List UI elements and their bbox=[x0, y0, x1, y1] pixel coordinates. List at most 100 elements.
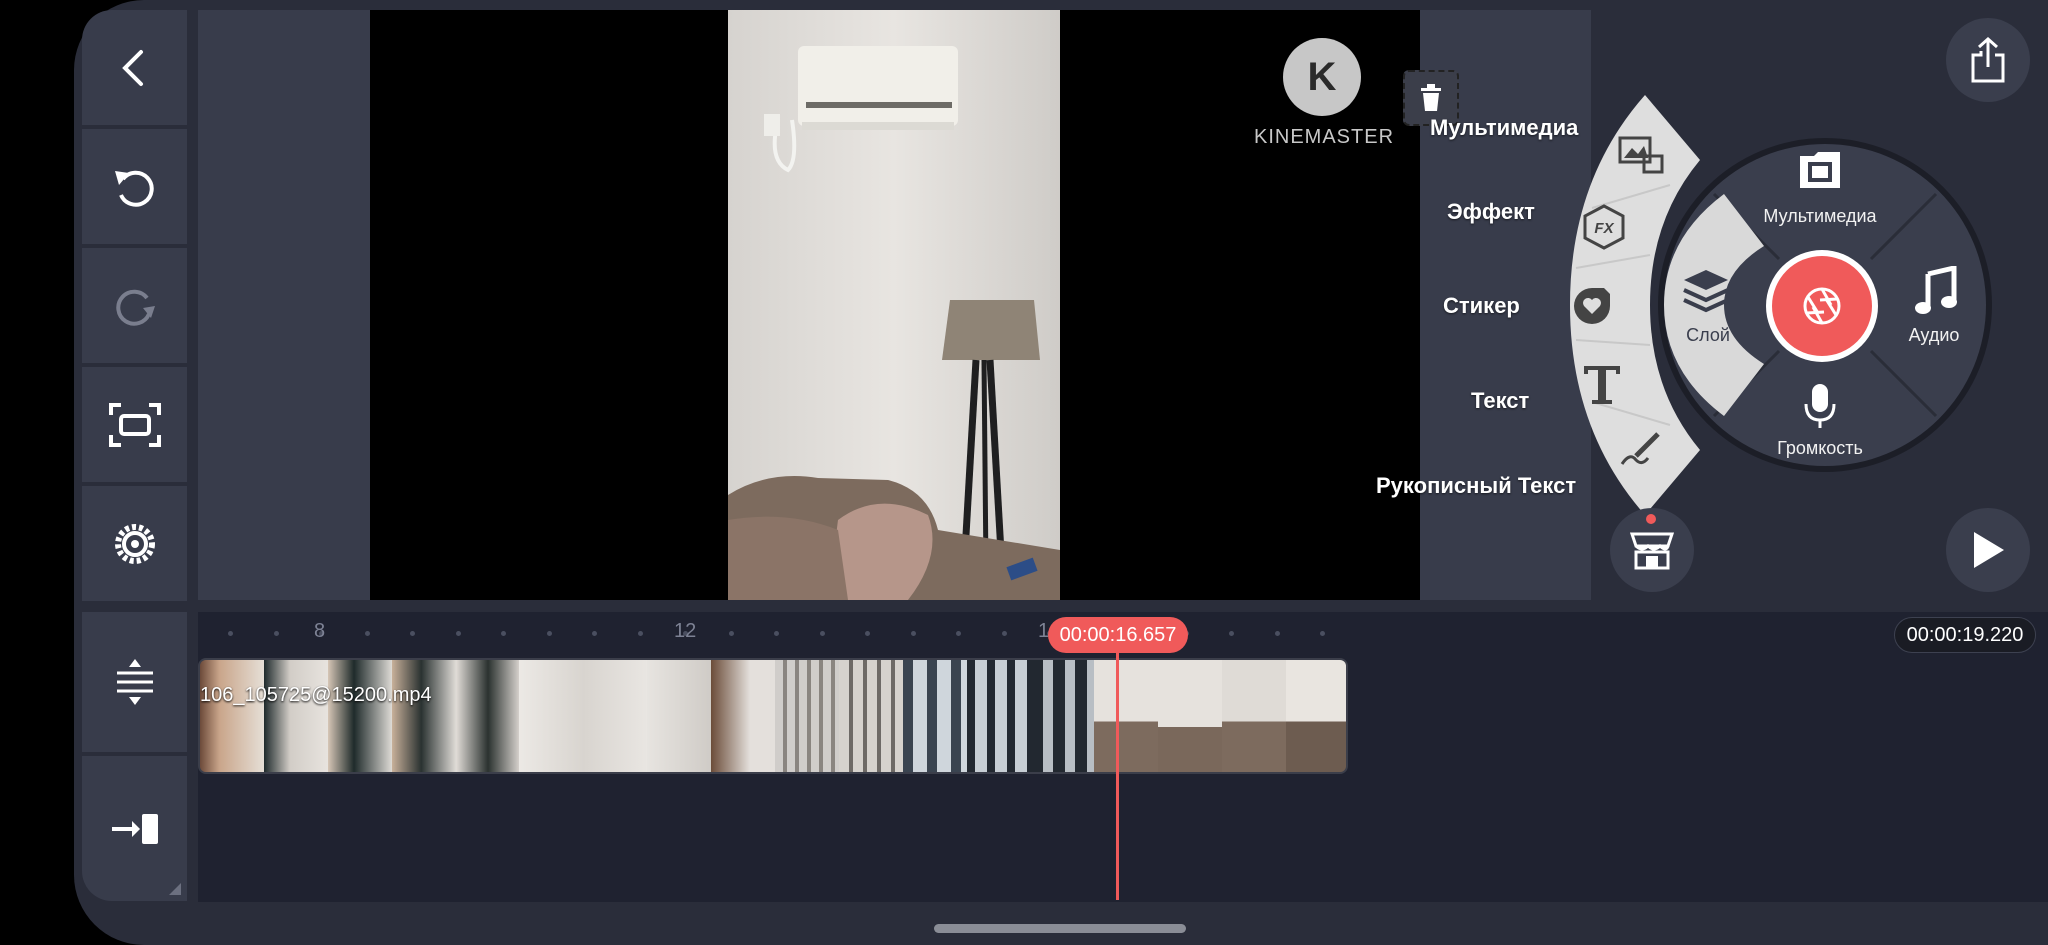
total-duration: 00:00:19.220 bbox=[1894, 617, 2036, 653]
play-icon bbox=[1974, 532, 2004, 568]
store-notification-dot bbox=[1646, 514, 1656, 524]
export-button[interactable] bbox=[1946, 18, 2030, 102]
layer-item-sticker[interactable] bbox=[1570, 284, 1614, 328]
ruler-tick bbox=[501, 631, 506, 636]
clip-thumbnail bbox=[519, 660, 585, 772]
clip-thumbnail bbox=[647, 660, 713, 772]
layer-label-text[interactable]: Текст bbox=[1471, 388, 1529, 414]
layer-item-text[interactable] bbox=[1580, 362, 1624, 406]
watermark-text: KINEMASTER bbox=[1254, 126, 1395, 148]
clip-thumbnail bbox=[263, 660, 329, 772]
media-film-icon bbox=[1800, 152, 1840, 188]
home-indicator[interactable] bbox=[934, 924, 1186, 933]
share-icon bbox=[1971, 37, 2005, 83]
timeline-expand-icon bbox=[116, 659, 153, 705]
svg-text:FX: FX bbox=[1594, 220, 1614, 237]
ruler-tick bbox=[228, 631, 233, 636]
clip-thumbnail bbox=[1158, 660, 1224, 772]
layer-label-media[interactable]: Мультимедиа bbox=[1430, 115, 1578, 141]
settings-icon bbox=[114, 523, 155, 564]
image-media-icon bbox=[1618, 136, 1664, 174]
clip-thumbnail bbox=[455, 660, 521, 772]
wheel-audio-label[interactable]: Аудио bbox=[1892, 325, 1976, 346]
capture-icon bbox=[108, 402, 161, 447]
wheel-layer-label[interactable]: Слой bbox=[1672, 325, 1744, 346]
wheel-layer-button[interactable] bbox=[1682, 268, 1734, 318]
video-frame-image bbox=[728, 10, 1060, 600]
handwriting-icon bbox=[1620, 432, 1660, 465]
kinemaster-logo-glyph: K bbox=[1307, 54, 1337, 99]
play-button[interactable] bbox=[1946, 508, 2030, 592]
ruler-label: 12 bbox=[674, 620, 697, 642]
music-note-icon bbox=[1915, 264, 1957, 314]
ruler-tick bbox=[956, 631, 961, 636]
ruler-tick bbox=[865, 631, 870, 636]
layer-label-handwriting[interactable]: Рукописный Текст bbox=[1376, 473, 1576, 499]
ruler-tick bbox=[819, 631, 825, 636]
trash-icon bbox=[1421, 84, 1441, 111]
resize-handle-icon[interactable] bbox=[169, 883, 181, 895]
clip-thumbnail bbox=[391, 660, 457, 772]
sticker-icon bbox=[1574, 288, 1610, 324]
ruler-tick bbox=[1001, 631, 1007, 636]
ruler-tick bbox=[637, 631, 643, 636]
clip-thumbnail bbox=[1030, 660, 1096, 772]
back-button[interactable] bbox=[82, 10, 187, 125]
ruler-label: 8 bbox=[314, 620, 326, 642]
clip-thumbnail bbox=[583, 660, 649, 772]
timeline-expand-button[interactable] bbox=[82, 612, 187, 752]
asset-store-button[interactable] bbox=[1610, 508, 1694, 592]
settings-button[interactable] bbox=[82, 486, 187, 601]
layer-item-media[interactable] bbox=[1618, 136, 1666, 176]
camera-aperture-icon bbox=[1803, 287, 1841, 325]
ruler-tick bbox=[273, 631, 279, 636]
clip-filename: 106_105725@15200.mp4 bbox=[200, 684, 432, 706]
clip-thumbnail bbox=[327, 660, 393, 772]
store-icon bbox=[1630, 532, 1674, 570]
ruler-tick bbox=[546, 631, 552, 636]
microphone-icon bbox=[1804, 384, 1836, 428]
ruler-tick bbox=[728, 631, 734, 636]
kinemaster-logo: K bbox=[1283, 38, 1361, 116]
wheel-audio-button[interactable] bbox=[1914, 264, 1958, 316]
wheel-media-label[interactable]: Мультимедиа bbox=[1750, 206, 1890, 227]
jump-to-end-icon bbox=[111, 813, 158, 844]
clip-thumbnail bbox=[1094, 660, 1160, 772]
layers-icon bbox=[1683, 270, 1729, 313]
clip-thumbnail bbox=[838, 660, 904, 772]
clip-thumbnail bbox=[1286, 660, 1346, 772]
playhead-time[interactable]: 00:00:16.657 bbox=[1048, 617, 1188, 653]
playhead-line[interactable] bbox=[1116, 630, 1119, 900]
wheel-voice-button[interactable] bbox=[1800, 382, 1840, 432]
clip-thumbnail bbox=[200, 660, 265, 772]
clip-thumbnail bbox=[966, 660, 1032, 772]
undo-button[interactable] bbox=[82, 129, 187, 244]
redo-button[interactable] bbox=[82, 248, 187, 363]
text-icon bbox=[1584, 366, 1620, 404]
jump-to-end-button[interactable] bbox=[82, 756, 187, 901]
undo-icon bbox=[114, 170, 154, 207]
fx-icon: FX bbox=[1583, 204, 1625, 250]
video-clip[interactable]: 106_105725@15200.mp4 bbox=[198, 658, 1348, 774]
layer-label-sticker[interactable]: Стикер bbox=[1443, 293, 1520, 319]
video-frame[interactable] bbox=[728, 10, 1060, 600]
back-icon bbox=[121, 49, 143, 86]
layer-label-effect[interactable]: Эффект bbox=[1447, 199, 1535, 225]
clip-thumbnail bbox=[775, 660, 840, 772]
ruler-tick bbox=[455, 631, 461, 636]
redo-icon bbox=[115, 289, 155, 326]
capture-button[interactable] bbox=[82, 367, 187, 482]
wheel-voice-label[interactable]: Громкость bbox=[1750, 438, 1890, 459]
ruler-tick bbox=[410, 631, 415, 636]
record-button-core bbox=[1772, 256, 1872, 356]
ruler-tick bbox=[1229, 631, 1234, 636]
wheel-media-button[interactable] bbox=[1790, 150, 1850, 196]
clip-thumbnails bbox=[200, 660, 1346, 772]
ruler-tick bbox=[1274, 631, 1280, 636]
ruler-tick bbox=[910, 631, 916, 636]
layer-item-effect[interactable]: FX bbox=[1582, 204, 1626, 250]
record-button[interactable] bbox=[1766, 250, 1878, 362]
layer-item-handwriting[interactable] bbox=[1618, 430, 1664, 470]
ruler-tick bbox=[1320, 631, 1325, 636]
ruler-tick bbox=[364, 631, 370, 636]
